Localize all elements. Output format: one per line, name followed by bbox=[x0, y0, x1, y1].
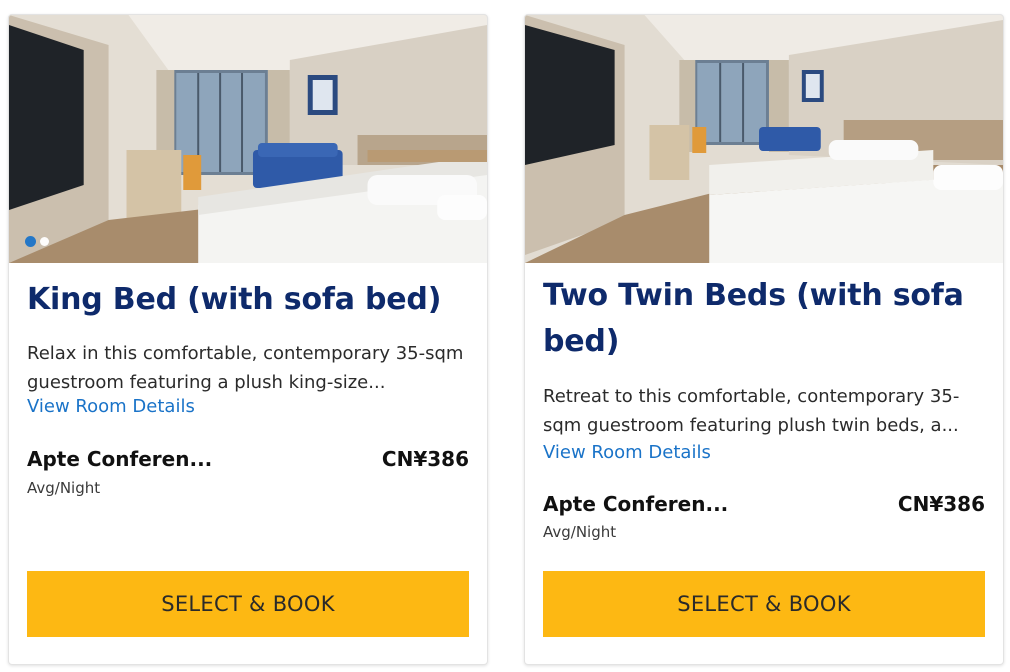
room-photo[interactable] bbox=[9, 15, 487, 263]
rate-name: Apte Conferen... bbox=[27, 447, 213, 471]
room-photo-image bbox=[525, 15, 1003, 263]
room-card-twin: Two Twin Beds (with sofa bed) Retreat to… bbox=[524, 14, 1004, 665]
room-price: CN¥386 bbox=[897, 492, 985, 516]
room-title: King Bed (with sofa bed) bbox=[27, 282, 442, 317]
view-room-details-link[interactable]: View Room Details bbox=[27, 395, 195, 419]
room-photo[interactable] bbox=[525, 15, 1003, 263]
rate-name: Apte Conferen... bbox=[543, 492, 729, 516]
price-unit: Avg/Night bbox=[543, 523, 617, 541]
select-and-book-button[interactable]: SELECT & BOOK bbox=[27, 571, 469, 637]
select-and-book-button[interactable]: SELECT & BOOK bbox=[543, 571, 985, 637]
room-price: CN¥386 bbox=[381, 447, 469, 471]
view-room-details-link[interactable]: View Room Details bbox=[543, 441, 711, 465]
carousel-dot[interactable] bbox=[40, 237, 49, 246]
room-card-king: King Bed (with sofa bed) Relax in this c… bbox=[8, 14, 488, 665]
room-photo-image bbox=[9, 15, 487, 263]
carousel-dot-active[interactable] bbox=[25, 236, 36, 247]
price-unit: Avg/Night bbox=[27, 479, 101, 497]
room-description: Relax in this comfortable, contemporary … bbox=[27, 343, 464, 393]
carousel-dots[interactable] bbox=[25, 236, 49, 247]
room-description: Retreat to this comfortable, contemporar… bbox=[543, 386, 960, 436]
room-title: Two Twin Beds (with sofa bed) bbox=[543, 278, 964, 359]
